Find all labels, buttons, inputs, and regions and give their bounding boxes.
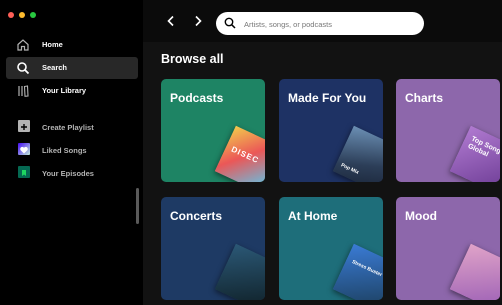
sidebar-item-search[interactable]: Search bbox=[6, 57, 138, 79]
card-artwork: Stress Buster bbox=[332, 243, 383, 300]
search-input[interactable] bbox=[242, 15, 416, 33]
library-icon bbox=[18, 85, 29, 97]
category-card-mood[interactable]: Mood bbox=[396, 197, 500, 300]
maximize-window-button[interactable] bbox=[30, 12, 36, 18]
sidebar-scrollbar[interactable] bbox=[136, 188, 139, 224]
home-icon bbox=[17, 39, 29, 51]
card-title: At Home bbox=[288, 209, 338, 223]
sidebar-item-label: Search bbox=[42, 63, 68, 72]
category-card-podcasts[interactable]: Podcasts DISEC bbox=[161, 79, 265, 182]
card-artwork-text: DISEC bbox=[229, 144, 261, 166]
card-artwork-text: Top Songs Global bbox=[466, 135, 500, 159]
search-icon bbox=[17, 62, 30, 75]
category-card-concerts[interactable]: Concerts bbox=[161, 197, 265, 300]
sidebar-item-label: Home bbox=[42, 40, 63, 49]
create-playlist-button[interactable]: Create Playlist bbox=[6, 117, 138, 139]
sidebar: Home Search Your Library Create Playlist… bbox=[0, 0, 143, 305]
back-arrow-icon[interactable] bbox=[164, 14, 178, 28]
card-title: Podcasts bbox=[170, 91, 224, 105]
close-window-button[interactable] bbox=[8, 12, 14, 18]
forward-arrow-icon[interactable] bbox=[191, 14, 205, 28]
category-card-charts[interactable]: Charts Top Songs Global bbox=[396, 79, 500, 182]
sidebar-item-label: Your Library bbox=[42, 86, 87, 95]
page-title: Browse all bbox=[161, 52, 224, 66]
liked-songs-button[interactable]: Liked Songs bbox=[6, 140, 138, 162]
card-artwork-text: Stress Buster bbox=[350, 259, 383, 279]
plus-icon bbox=[18, 120, 30, 132]
search-icon bbox=[224, 17, 236, 29]
category-card-made-for-you[interactable]: Made For You Pop Mix bbox=[279, 79, 383, 182]
card-title: Made For You bbox=[288, 91, 367, 105]
spotify-app: Home Search Your Library Create Playlist… bbox=[0, 0, 502, 305]
window-controls bbox=[8, 12, 36, 18]
search-bar[interactable] bbox=[216, 12, 424, 35]
card-title: Concerts bbox=[170, 209, 223, 223]
sidebar-item-label: Create Playlist bbox=[42, 123, 94, 132]
card-artwork: Top Songs Global bbox=[449, 125, 500, 182]
episodes-icon bbox=[18, 166, 30, 178]
card-artwork: Pop Mix bbox=[332, 125, 383, 182]
sidebar-nav: Home Search Your Library Create Playlist… bbox=[6, 34, 138, 186]
card-artwork: DISEC bbox=[214, 125, 265, 182]
card-artwork bbox=[449, 243, 500, 300]
category-card-at-home[interactable]: At Home Stress Buster bbox=[279, 197, 383, 300]
your-episodes-button[interactable]: Your Episodes bbox=[6, 163, 138, 185]
card-title: Mood bbox=[405, 209, 437, 223]
card-artwork bbox=[214, 243, 265, 300]
heart-icon bbox=[18, 143, 30, 155]
sidebar-item-label: Liked Songs bbox=[42, 146, 87, 155]
sidebar-item-label: Your Episodes bbox=[42, 169, 94, 178]
card-artwork-text: Pop Mix bbox=[339, 162, 360, 176]
minimize-window-button[interactable] bbox=[19, 12, 25, 18]
sidebar-item-your-library[interactable]: Your Library bbox=[6, 80, 138, 102]
top-bar bbox=[143, 0, 502, 42]
sidebar-item-home[interactable]: Home bbox=[6, 34, 138, 56]
card-title: Charts bbox=[405, 91, 444, 105]
main-view: Browse all Podcasts DISEC Made For You P… bbox=[143, 0, 502, 305]
